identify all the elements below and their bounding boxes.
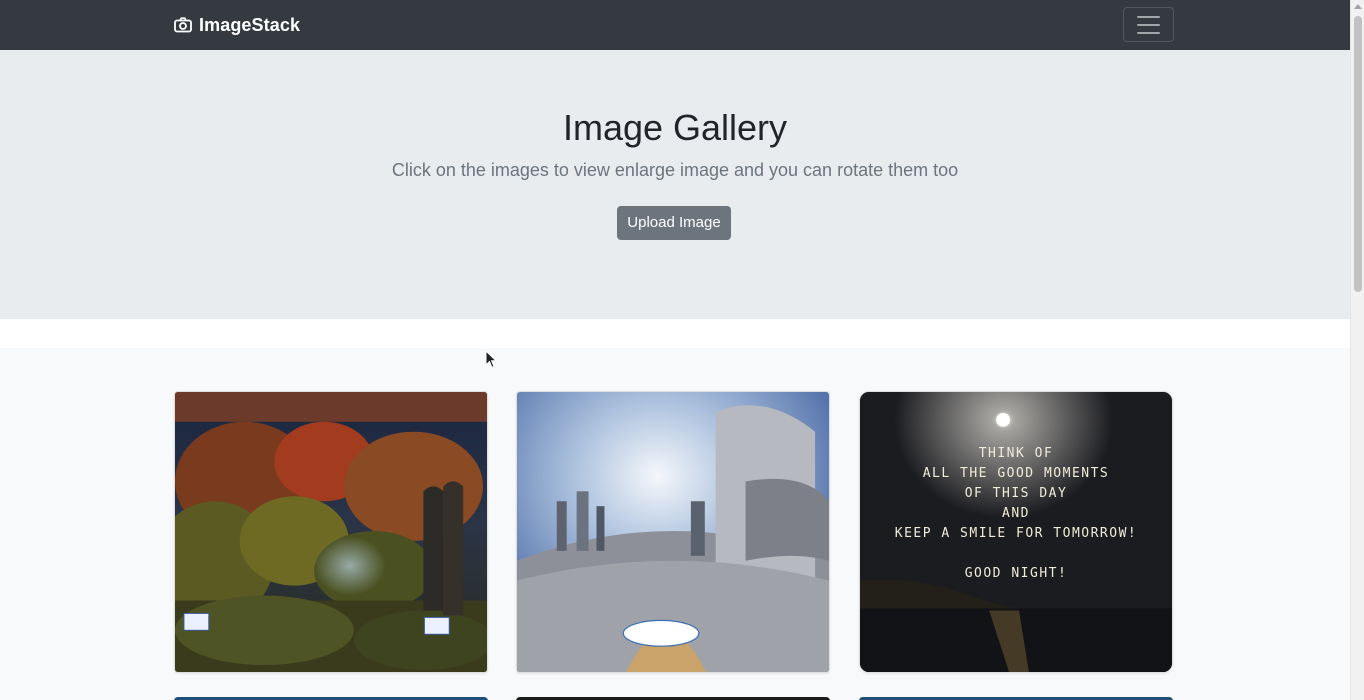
gallery-image-card[interactable]: THINK OF ALL THE GOOD MOMENTS OF THIS DA… (859, 391, 1173, 673)
quote-line: GOOD NIGHT! (964, 566, 1068, 581)
hamburger-menu-icon (1137, 15, 1160, 18)
brand-name: ImageStack (199, 14, 301, 35)
quote-line: OF THIS DAY (964, 486, 1068, 501)
mouse-cursor-icon (485, 350, 497, 369)
scroll-up-arrow-icon[interactable] (1354, 4, 1362, 9)
gallery-image-card[interactable] (174, 391, 488, 673)
hamburger-line (1137, 31, 1160, 34)
quote-spacer (860, 544, 1172, 564)
quote-line: AND (1002, 506, 1030, 521)
upload-image-button[interactable]: Upload Image (617, 206, 731, 240)
navbar: ImageStack (0, 0, 1350, 50)
gallery-image-card[interactable] (516, 391, 830, 673)
quote-text: THINK OF ALL THE GOOD MOMENTS OF THIS DA… (860, 444, 1172, 584)
quote-line: ALL THE GOOD MOMENTS (922, 466, 1110, 481)
navbar-toggler-button[interactable] (1123, 7, 1174, 42)
page-title: Image Gallery (562, 107, 788, 148)
quote-line: KEEP A SMILE FOR TOMORROW! (894, 526, 1138, 541)
camera-icon (174, 17, 192, 33)
autumn-panorama-image (175, 392, 487, 672)
page-scrollbar[interactable] (1350, 0, 1364, 700)
city-panorama-image (517, 392, 829, 672)
hero-section: Image Gallery Click on the images to vie… (0, 50, 1350, 319)
brand-link[interactable]: ImageStack (174, 13, 300, 37)
page-subtitle: Click on the images to view enlarge imag… (391, 160, 959, 180)
quote-line: THINK OF (978, 446, 1054, 461)
scrollbar-thumb[interactable] (1354, 16, 1362, 292)
hamburger-line (1137, 23, 1160, 26)
